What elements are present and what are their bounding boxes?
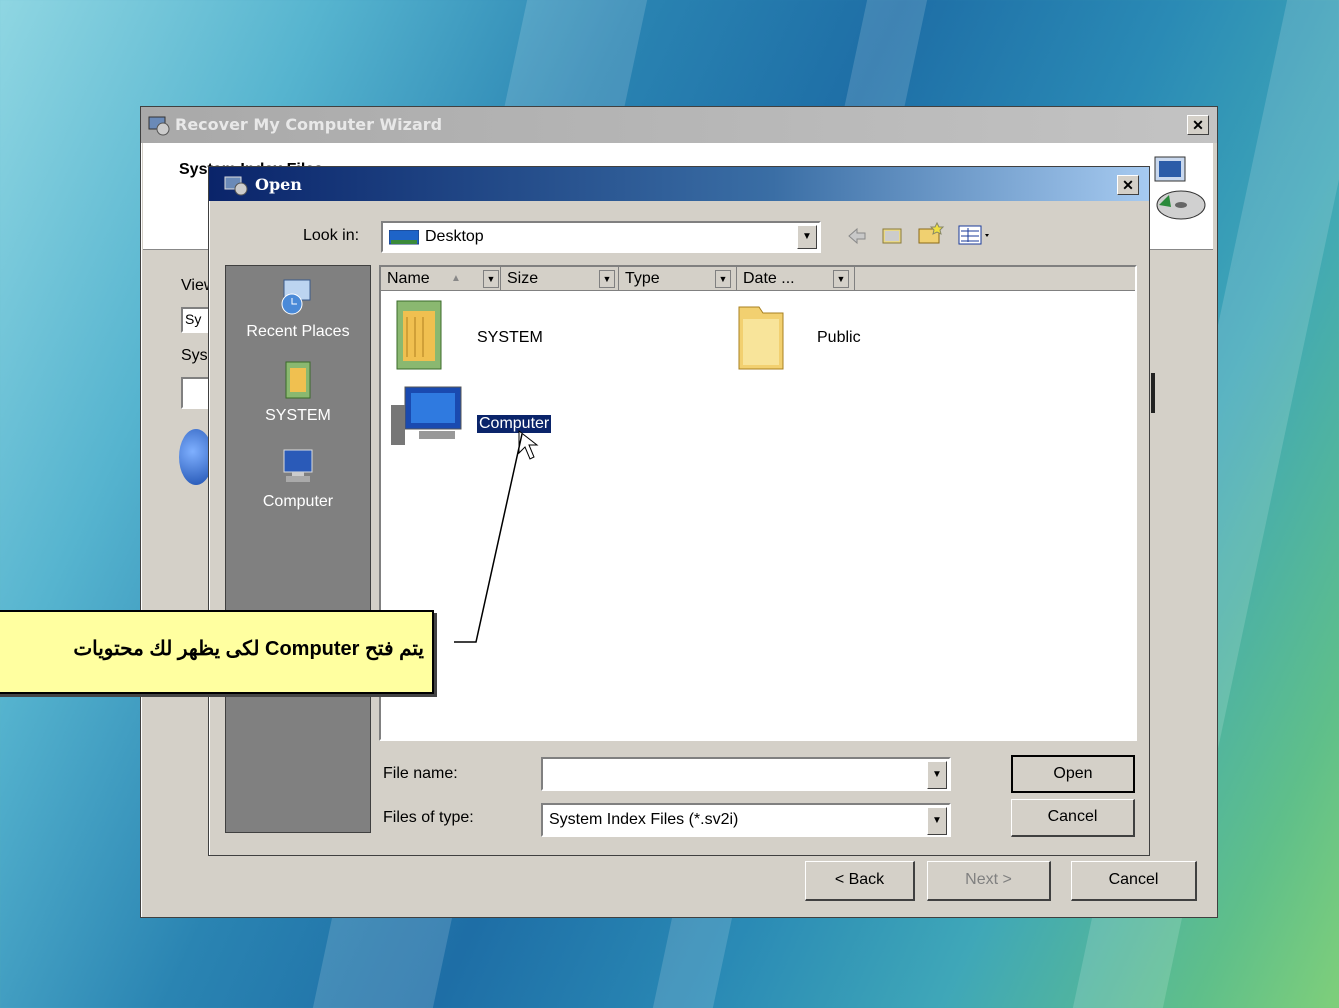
user-folder-icon — [396, 300, 442, 370]
place-system[interactable]: SYSTEM — [226, 358, 370, 425]
file-name-input[interactable]: ▼ — [541, 757, 951, 791]
wizard-system-field[interactable] — [181, 377, 211, 409]
column-date-filter-icon[interactable]: ▼ — [833, 270, 849, 288]
sort-up-icon: ▲ — [451, 273, 461, 284]
arabic-callout-box: يتم فتح Computer لكى يظهر لك محتويات — [0, 610, 434, 694]
back-button[interactable]: < Back — [805, 861, 915, 901]
file-name-dropdown-arrow[interactable]: ▼ — [927, 761, 947, 789]
column-name-filter-icon[interactable]: ▼ — [483, 270, 499, 288]
wizard-scroll-edge — [1151, 373, 1155, 413]
recover-disk-icon — [1154, 156, 1206, 220]
callout-pointer-line — [454, 433, 523, 643]
look-in-label: Look in: — [303, 227, 360, 244]
place-recent-places[interactable]: Recent Places — [226, 274, 370, 341]
open-button[interactable]: Open — [1011, 755, 1135, 793]
recent-places-icon — [281, 279, 311, 315]
column-type-filter-icon[interactable]: ▼ — [715, 270, 731, 288]
look-in-dropdown-arrow[interactable]: ▼ — [797, 225, 817, 249]
callout-text: يتم فتح Computer لكى يظهر لك محتويات — [73, 638, 424, 660]
view-menu-icon[interactable] — [957, 223, 995, 247]
dialog-title: Open — [255, 175, 302, 194]
place-computer[interactable]: Computer — [226, 444, 370, 511]
dialog-close-button[interactable]: ✕ — [1117, 175, 1139, 195]
wizard-title: Recover My Computer Wizard — [175, 115, 443, 134]
files-of-type-label: Files of type: — [383, 809, 474, 826]
files-of-type-dropdown-arrow[interactable]: ▼ — [927, 807, 947, 835]
file-name-label: File name: — [383, 765, 458, 782]
user-folder-icon — [285, 361, 311, 399]
column-header-filler — [855, 267, 1135, 291]
back-arrow-icon[interactable] — [845, 225, 869, 247]
computer-icon — [283, 449, 313, 482]
folder-icon — [738, 306, 784, 370]
desktop-icon — [389, 230, 419, 245]
wizard-app-icon — [148, 116, 170, 136]
open-dialog: Open ✕ Look in: Desktop ▼ Recent Places — [208, 166, 1150, 856]
wizard-title-bar[interactable]: Recover My Computer Wizard ✕ — [141, 107, 1217, 143]
dialog-title-bar[interactable]: Open ✕ — [209, 167, 1149, 201]
wizard-view-select[interactable]: Sy — [181, 307, 211, 333]
places-bar: Recent Places SYSTEM Computer — [225, 265, 371, 833]
wizard-close-button[interactable]: ✕ — [1187, 115, 1209, 135]
dialog-app-icon — [224, 176, 248, 196]
look-in-select[interactable]: Desktop ▼ — [381, 221, 821, 253]
wizard-system-label: Sys — [181, 347, 208, 364]
look-in-value: Desktop — [425, 228, 484, 245]
up-folder-icon[interactable] — [881, 223, 905, 247]
dialog-cancel-button[interactable]: Cancel — [1011, 799, 1135, 837]
next-button[interactable]: Next > — [927, 861, 1051, 901]
new-folder-icon[interactable] — [917, 221, 945, 247]
wizard-cancel-button[interactable]: Cancel — [1071, 861, 1197, 901]
column-size-filter-icon[interactable]: ▼ — [599, 270, 615, 288]
files-of-type-select[interactable]: System Index Files (*.sv2i) ▼ — [541, 803, 951, 837]
